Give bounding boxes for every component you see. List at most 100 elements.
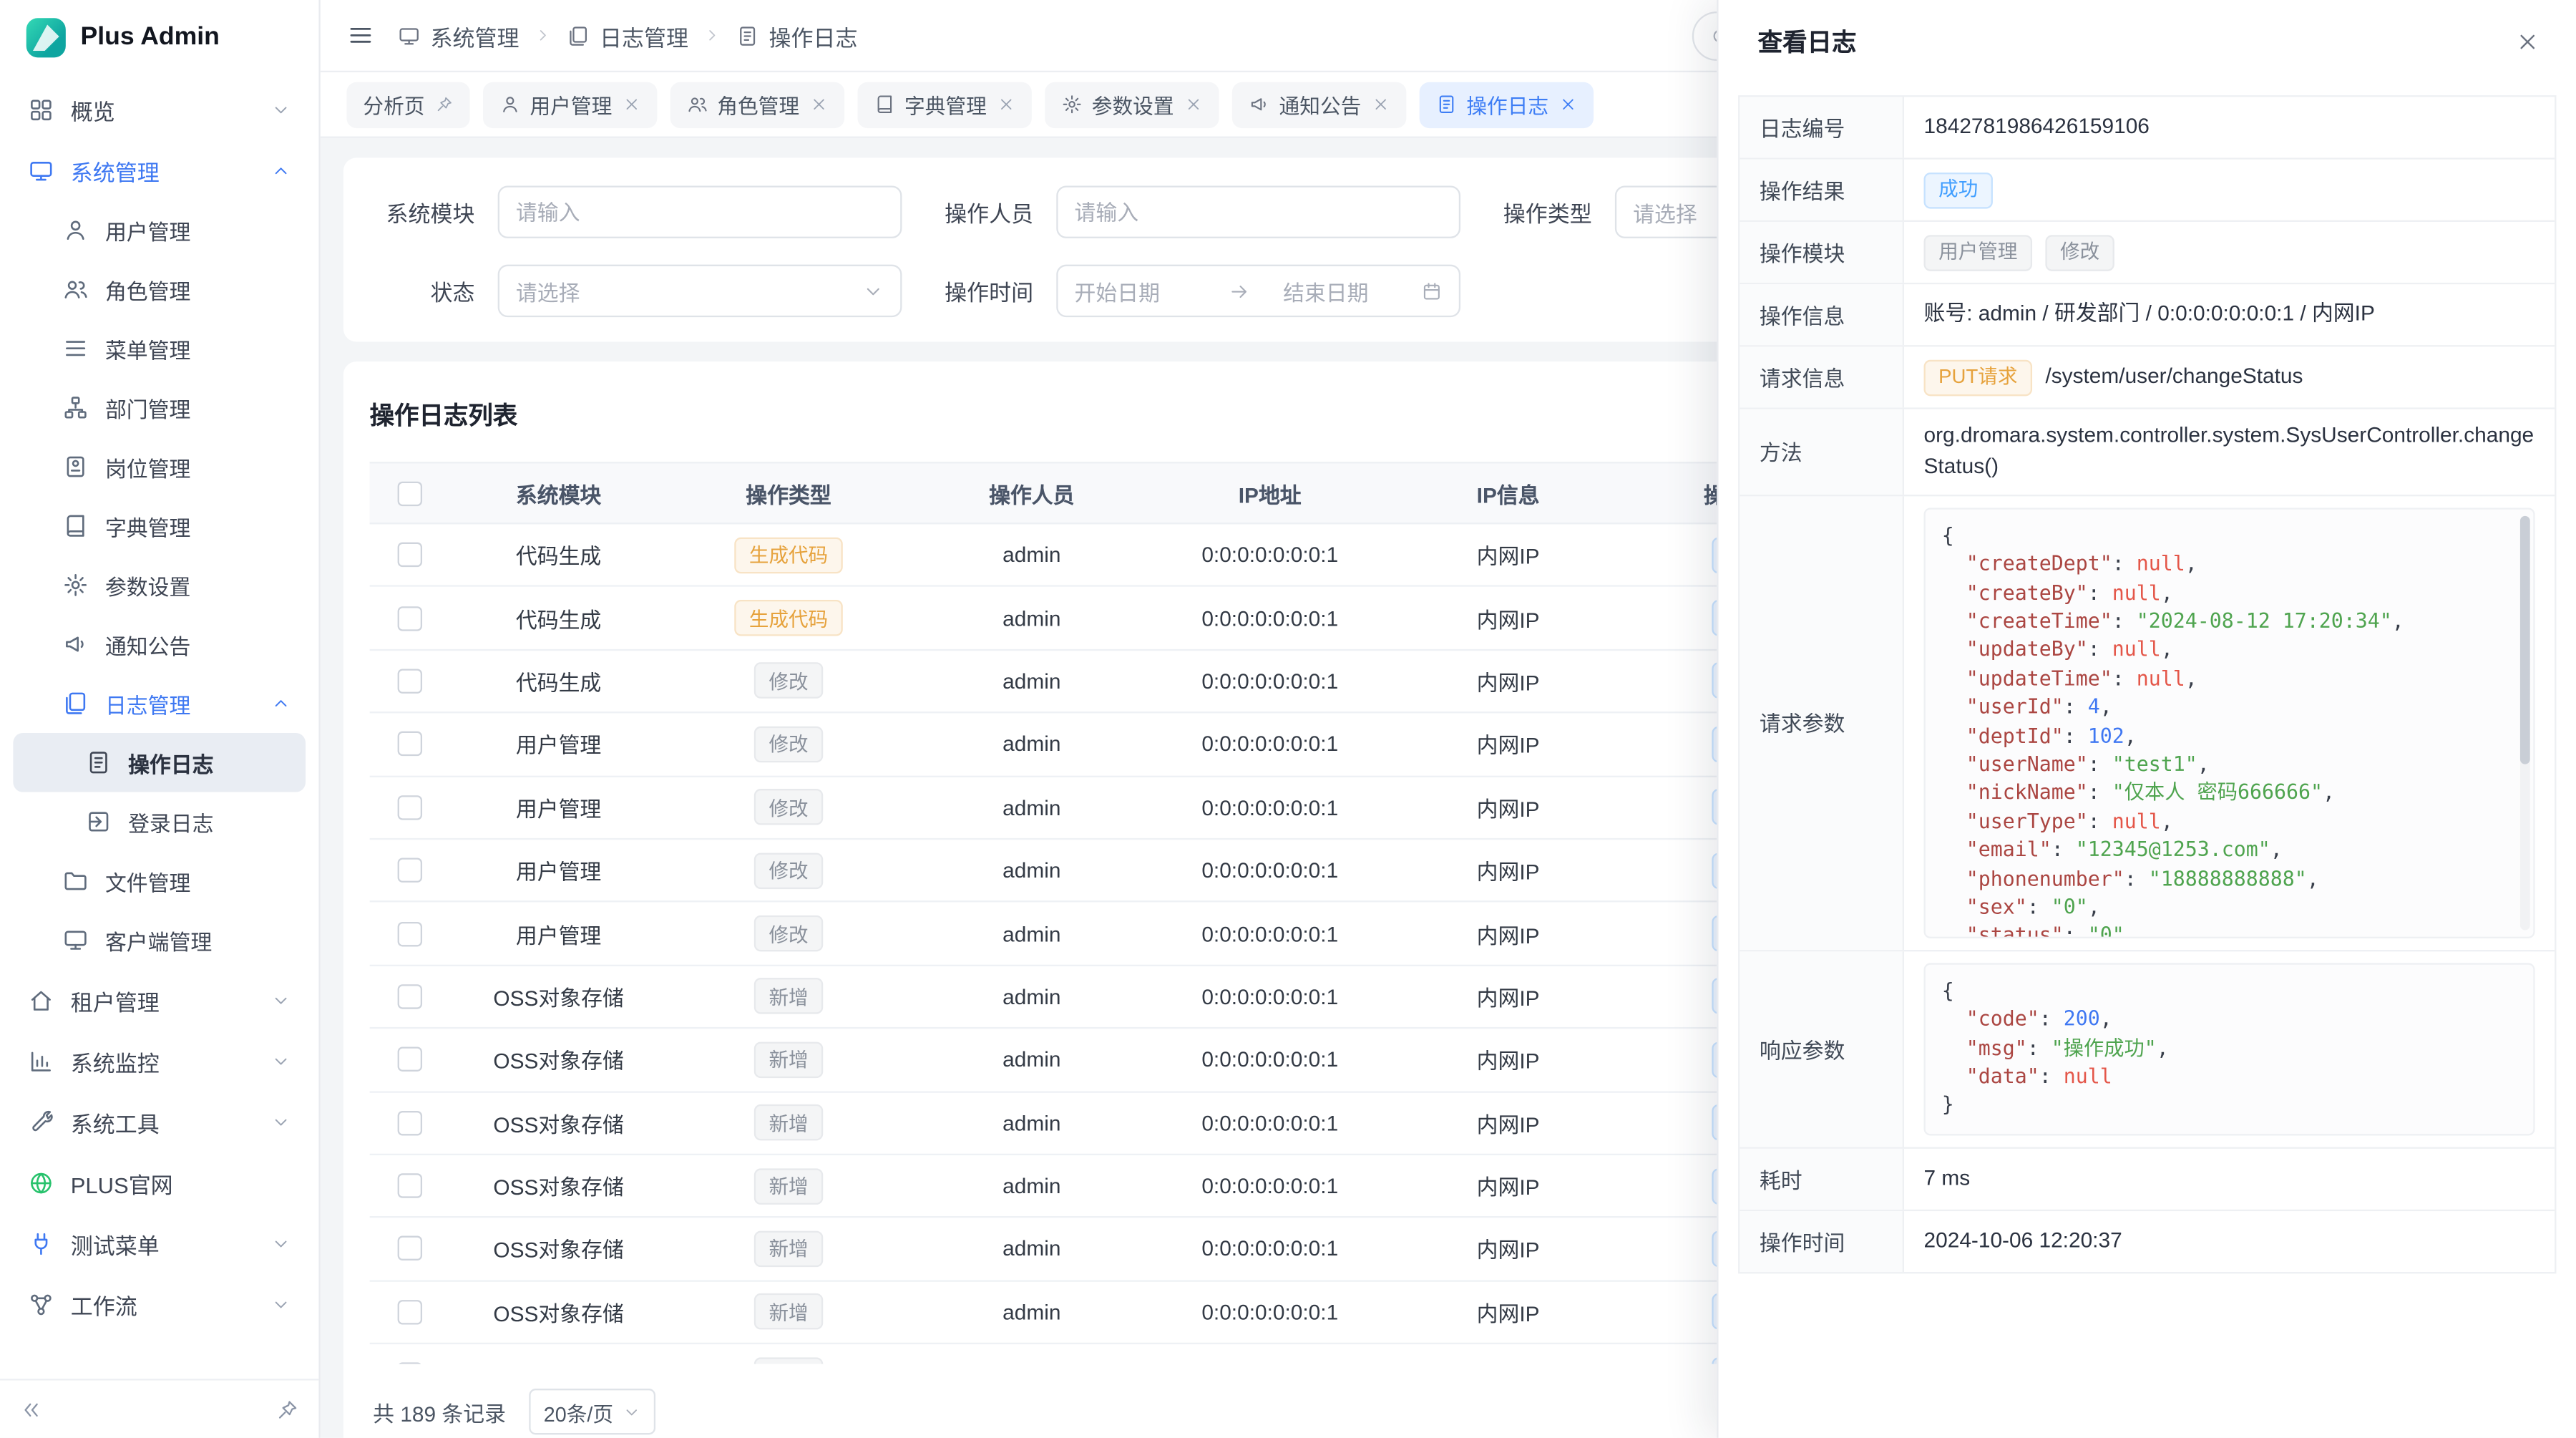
column-header-ip[interactable]: IP地址 (1155, 477, 1385, 509)
tab-notice[interactable]: 通知公告 (1231, 82, 1405, 127)
doc-icon (1435, 94, 1457, 115)
scrollbar-thumb[interactable] (2520, 515, 2530, 764)
breadcrumb-operation-log[interactable]: 操作日志 (736, 19, 858, 52)
pin-icon[interactable] (434, 95, 452, 113)
tab-analysis[interactable]: 分析页 (346, 82, 469, 127)
breadcrumb-log[interactable]: 日志管理 (567, 19, 688, 52)
row-checkbox[interactable] (396, 732, 421, 757)
cell-ip: 0:0:0:0:0:0:0:1 (1155, 795, 1385, 820)
close-icon[interactable] (997, 95, 1015, 113)
breadcrumb-system[interactable]: 系统管理 (398, 19, 519, 52)
sidebar-item-system-tools[interactable]: 系统工具 (13, 1091, 306, 1152)
sidebar-item-overview[interactable]: 概览 (13, 79, 306, 140)
sidebar-item-workflow[interactable]: 工作流 (13, 1273, 306, 1334)
row-checkbox[interactable] (396, 795, 421, 820)
module-input[interactable] (498, 185, 902, 238)
row-checkbox[interactable] (396, 1110, 421, 1135)
close-icon[interactable] (809, 95, 827, 113)
sidebar-item-menu-management[interactable]: 菜单管理 (13, 319, 306, 378)
log-id-value: 1842781986426159106 (1904, 97, 2555, 157)
tab-operation-log[interactable]: 操作日志 (1419, 82, 1593, 127)
row-checkbox[interactable] (396, 669, 421, 693)
sidebar-item-param-settings[interactable]: 参数设置 (13, 555, 306, 615)
monitor-icon (398, 24, 421, 47)
date-range-picker[interactable]: 开始日期 结束日期 (1056, 265, 1460, 317)
sidebar-item-post-management[interactable]: 岗位管理 (13, 437, 306, 497)
operation-type-tag: 生成代码 (734, 600, 843, 636)
column-header-operator[interactable]: 操作人员 (909, 477, 1155, 509)
status-select[interactable]: 请选择 (498, 265, 902, 317)
logo[interactable]: Plus Admin (0, 0, 318, 76)
pin-sidebar-icon[interactable] (276, 1398, 299, 1421)
row-checkbox[interactable] (396, 1174, 421, 1198)
field-label: 操作信息 (1740, 284, 1904, 345)
row-checkbox[interactable] (396, 921, 421, 946)
chevron-up-icon (271, 160, 291, 180)
sidebar-item-dict-management[interactable]: 字典管理 (13, 496, 306, 555)
tab-user-management[interactable]: 用户管理 (482, 82, 656, 127)
column-header-module[interactable]: 系统模块 (449, 477, 669, 509)
close-icon[interactable] (1558, 95, 1576, 113)
sidebar-item-plus-website[interactable]: PLUS官网 (13, 1152, 306, 1213)
sidebar-item-operation-log[interactable]: 操作日志 (13, 733, 306, 792)
users-icon (686, 94, 708, 115)
sidebar-item-system-monitor[interactable]: 系统监控 (13, 1031, 306, 1092)
close-icon[interactable] (1371, 95, 1389, 113)
operation-type-tag: 新增 (754, 1294, 823, 1331)
cell-operator: admin (909, 606, 1155, 630)
chevron-down-icon (623, 1403, 641, 1421)
row-checkbox[interactable] (396, 606, 421, 630)
cell-module: 代码生成 (449, 603, 669, 634)
cell-operator: admin (909, 669, 1155, 693)
cell-ip-info: 内网IP (1385, 792, 1631, 823)
sidebar-item-system-management[interactable]: 系统管理 (13, 140, 306, 200)
filter-operator-label: 操作人员 (928, 195, 1033, 228)
row-checkbox[interactable] (396, 858, 421, 883)
sidebar-item-test-menu[interactable]: 测试菜单 (13, 1213, 306, 1273)
tab-param-settings[interactable]: 参数设置 (1044, 82, 1218, 127)
column-header-type[interactable]: 操作类型 (668, 477, 908, 509)
sidebar-item-file-management[interactable]: 文件管理 (13, 851, 306, 910)
chevron-down-icon (271, 99, 291, 120)
sidebar-item-notice[interactable]: 通知公告 (13, 615, 306, 674)
column-header-ip-info[interactable]: IP信息 (1385, 477, 1631, 509)
sidebar-item-role-management[interactable]: 角色管理 (13, 260, 306, 319)
detail-row-method: 方法 org.dromara.system.controller.system.… (1740, 409, 2555, 496)
close-icon[interactable] (2515, 29, 2540, 53)
row-checkbox[interactable] (396, 543, 421, 567)
tab-role-management[interactable]: 角色管理 (670, 82, 844, 127)
collapse-sidebar-icon[interactable] (20, 1398, 43, 1421)
book-icon (873, 94, 894, 115)
operation-type-tag: 新增 (754, 1231, 823, 1268)
row-checkbox[interactable] (396, 1363, 421, 1364)
tab-dict-management[interactable]: 字典管理 (857, 82, 1030, 127)
sidebar-item-user-management[interactable]: 用户管理 (13, 200, 306, 260)
cell-module: 代码生成 (449, 666, 669, 697)
scrollbar[interactable] (2520, 515, 2530, 930)
request-params-json[interactable]: { "createDept": null, "createBy": null, … (1924, 507, 2535, 938)
row-checkbox[interactable] (396, 1047, 421, 1072)
sidebar-item-log-management[interactable]: 日志管理 (13, 674, 306, 733)
response-params-json: { "code": 200, "msg": "操作成功", "data": nu… (1924, 963, 2535, 1135)
detail-row-module: 操作模块 用户管理 修改 (1740, 222, 2555, 284)
row-checkbox[interactable] (396, 1300, 421, 1324)
sidebar-item-login-log[interactable]: 登录日志 (13, 792, 306, 852)
op-time-value: 2024-10-06 12:20:37 (1904, 1210, 2555, 1271)
operator-input[interactable] (1056, 185, 1460, 238)
select-all-checkbox[interactable] (396, 481, 421, 505)
sidebar-item-dept-management[interactable]: 部门管理 (13, 378, 306, 437)
row-checkbox[interactable] (396, 1237, 421, 1261)
wrench-icon (28, 1109, 54, 1135)
close-icon[interactable] (622, 95, 640, 113)
cell-operator: admin (909, 1047, 1155, 1072)
cell-module: 用户管理 (449, 792, 669, 823)
page-size-select[interactable]: 20条/页 (529, 1389, 656, 1434)
user-icon (62, 217, 89, 243)
detail-row-op-time: 操作时间 2024-10-06 12:20:37 (1740, 1210, 2555, 1271)
sidebar-item-tenant-management[interactable]: 租户管理 (13, 970, 306, 1031)
sidebar-item-client-management[interactable]: 客户端管理 (13, 910, 306, 970)
close-icon[interactable] (1184, 95, 1201, 113)
hamburger-menu-icon[interactable] (346, 21, 374, 49)
row-checkbox[interactable] (396, 984, 421, 1009)
filter-type-label: 操作类型 (1487, 195, 1592, 228)
